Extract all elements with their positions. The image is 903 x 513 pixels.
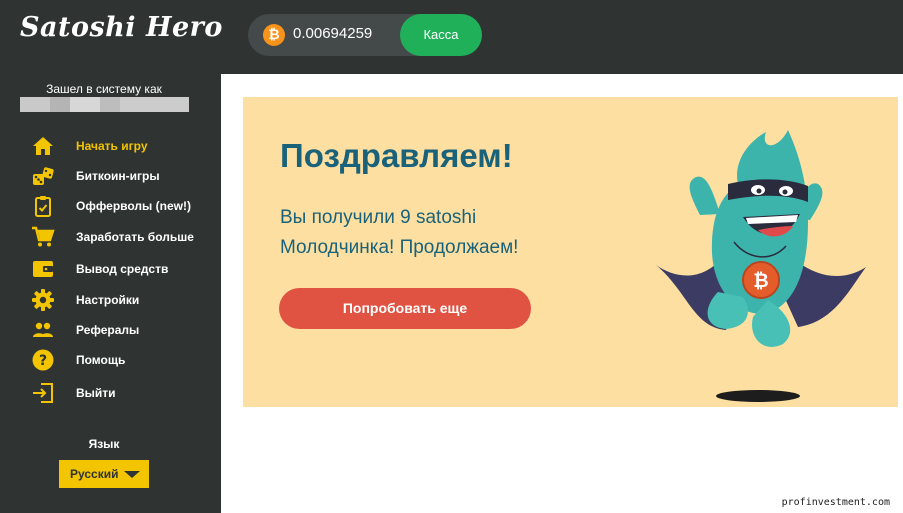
sidebar-item-label: Вывод средств: [76, 262, 169, 276]
home-icon: [33, 137, 53, 155]
sidebar-item-bitcoin-games[interactable]: Биткоин-игры: [0, 162, 221, 190]
sidebar-item-label: Биткоин-игры: [76, 169, 160, 183]
cashier-button[interactable]: Касса: [400, 14, 482, 56]
logged-in-label: Зашел в систему как: [46, 82, 162, 96]
gear-icon: [32, 289, 54, 311]
sidebar-item-label: Помощь: [76, 353, 126, 367]
sidebar-item-earn-more[interactable]: Заработать больше: [0, 223, 221, 251]
encouragement-message: Молодчинка! Продолжаем!: [280, 237, 519, 258]
mascot-hero-illustration: ₿: [656, 130, 866, 402]
balance-pill: ₿ 0.00694259 Касса: [248, 14, 482, 56]
sidebar-item-label: Заработать больше: [76, 230, 194, 244]
top-bar: Satoshi Hero ₿ 0.00694259 Касса: [0, 0, 903, 74]
result-banner: Поздравляем! Вы получили 9 satoshi Молод…: [243, 97, 898, 407]
sidebar-item-help[interactable]: ? Помощь: [0, 346, 221, 374]
site-logo[interactable]: Satoshi Hero: [20, 12, 223, 43]
balance-value: 0.00694259: [293, 25, 373, 42]
wallet-icon: [33, 261, 53, 277]
sidebar-item-withdraw[interactable]: Вывод средств: [0, 255, 221, 283]
sidebar-item-settings[interactable]: Настройки: [0, 286, 221, 314]
username-redacted: [20, 97, 189, 112]
sidebar-item-logout[interactable]: Выйти: [0, 379, 221, 407]
try-again-button[interactable]: Попробовать еще: [279, 288, 531, 329]
bitcoin-icon: ₿: [263, 24, 285, 46]
sidebar-item-label: Начать игру: [76, 139, 148, 153]
logout-icon: [33, 383, 53, 403]
watermark: profinvestment.com: [781, 497, 890, 508]
sidebar-item-offerwalls[interactable]: Офферволы (new!): [0, 192, 221, 220]
sidebar-item-label: Офферволы (new!): [76, 199, 191, 213]
sidebar-item-referrals[interactable]: Рефералы: [0, 316, 221, 344]
congrats-title: Поздравляем!: [280, 137, 513, 174]
reward-message: Вы получили 9 satoshi: [280, 207, 477, 228]
language-selected-value: Русский: [70, 467, 119, 481]
sidebar-item-start-game[interactable]: Начать игру: [0, 132, 221, 160]
language-title: Язык: [88, 437, 120, 451]
language-select[interactable]: Русский: [59, 460, 149, 488]
sidebar-item-label: Выйти: [76, 386, 116, 400]
sidebar-item-label: Настройки: [76, 293, 140, 307]
help-icon: ?: [32, 349, 54, 371]
chevron-down-icon: [124, 471, 140, 478]
mascot-bitcoin-symbol: ₿: [753, 270, 768, 292]
dice-icon: [33, 167, 54, 185]
sidebar: Зашел в систему как Начать игру Биткоин-…: [0, 74, 221, 513]
clipboard-icon: [35, 196, 51, 217]
svg-text:?: ?: [39, 353, 47, 369]
people-icon: [33, 322, 53, 337]
cart-icon: [32, 226, 55, 247]
sidebar-item-label: Рефералы: [76, 323, 140, 337]
